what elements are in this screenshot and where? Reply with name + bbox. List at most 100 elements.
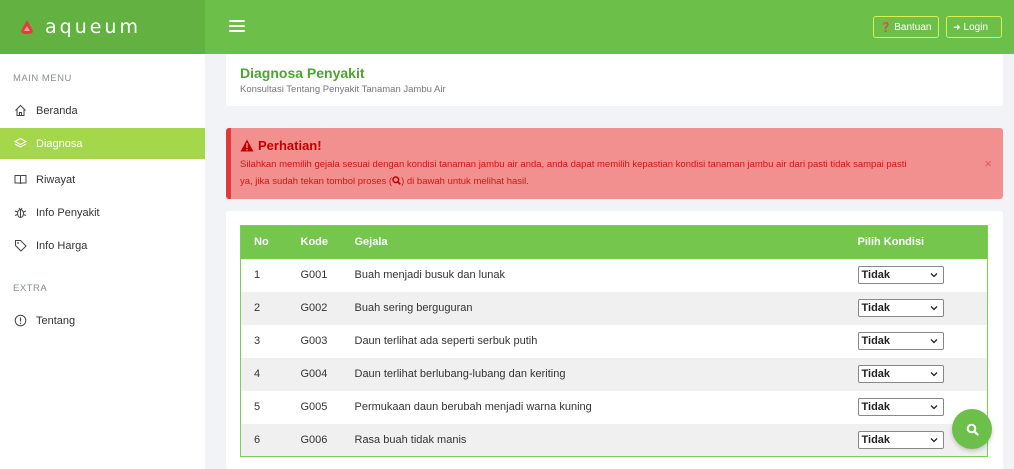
cell-gejala: Buah sering berguguran: [354, 302, 473, 314]
table-header-row: No Kode Gejala Pilih Kondisi: [240, 225, 988, 259]
login-label: Login: [963, 21, 989, 33]
chevron-down-icon: [930, 372, 937, 377]
kondisi-select[interactable]: Tidak: [857, 299, 944, 317]
info-icon: [13, 314, 27, 328]
book-icon: [13, 173, 27, 187]
cell-kode: G003: [300, 335, 328, 347]
symptom-table: No Kode Gejala Pilih Kondisi 1 G001 Buah m…: [240, 225, 988, 457]
bug-icon: [13, 206, 27, 220]
sidebar-item-label: Info Penyakit: [36, 206, 100, 219]
sidebar-item-riwayat[interactable]: Riwayat: [0, 164, 205, 195]
cell-kondisi: Tidak: [845, 292, 988, 325]
cell-kode: G006: [300, 433, 328, 446]
kondisi-select[interactable]: Tidak: [857, 398, 944, 416]
cell-no: 3: [254, 335, 261, 347]
login-button[interactable]: ➜ Login: [946, 16, 1002, 38]
sidebar-item-label: Diagnosa: [36, 137, 83, 150]
warning-alert: Perhatian! Silahkan memilih gejala sesua…: [226, 128, 1003, 199]
sidebar-item-info-penyakit[interactable]: Info Penyakit: [0, 197, 205, 228]
cell-kondisi: Tidak: [845, 325, 988, 358]
drop-logo-icon: [21, 20, 33, 34]
cell-no: 5: [254, 401, 261, 413]
kondisi-select[interactable]: Tidak: [857, 365, 944, 383]
cell-gejala: Daun terlihat ada seperti serbuk putih: [354, 335, 538, 347]
sidebar-item-diagnosa[interactable]: Diagnosa: [0, 128, 205, 159]
chevron-down-icon: [930, 306, 937, 311]
cell-kode: G004: [300, 368, 328, 380]
help-label: Bantuan: [894, 21, 932, 33]
sidebar-item-label: Beranda: [36, 104, 78, 117]
table-row: 5 G005 Permukaan daun berubah menjadi warn…: [240, 390, 988, 424]
cell-kode: G005: [300, 401, 328, 413]
menu-toggle-icon[interactable]: [229, 20, 245, 33]
cell-no: 6: [254, 433, 261, 446]
help-button[interactable]: ❓ Bantuan: [873, 16, 939, 38]
cell-gejala: Permukaan daun berubah menjadi warna kun…: [354, 401, 592, 413]
alert-text-line2b: ) di bawah untuk melihat hasil.: [401, 176, 529, 187]
kondisi-selected-value: Tidak: [861, 401, 891, 413]
extra-header: EXTRA: [13, 283, 48, 294]
search-fab-button[interactable]: [952, 409, 992, 449]
question-circle-icon: ❓: [880, 21, 892, 32]
table-row: 1 G001 Buah menjadi busuk dan lunak Tidak: [240, 258, 988, 292]
warning-triangle-icon: [240, 139, 254, 152]
page-header-card: Diagnosa Penyakit Konsultasi Tentang Pen…: [226, 54, 1003, 106]
cell-kode: G002: [300, 302, 328, 314]
chevron-down-icon: [930, 405, 937, 410]
home-icon: [13, 104, 27, 118]
brand-name: aqueum: [45, 16, 141, 38]
kondisi-select[interactable]: Tidak: [857, 266, 944, 284]
tag-icon: [13, 239, 27, 253]
header-gejala: Gejala: [354, 236, 388, 249]
cell-no: 4: [254, 368, 261, 380]
sidebar-item-label: Info Harga: [36, 239, 88, 252]
search-icon: [966, 423, 979, 436]
table-row: 6 G006 Rasa buah tidak manis Tidak: [240, 423, 988, 457]
alert-title: Perhatian!: [240, 138, 963, 153]
symptom-table-card: No Kode Gejala Pilih Kondisi 1 G001 Buah m…: [226, 211, 1003, 469]
sidebar-item-beranda[interactable]: Beranda: [0, 95, 205, 126]
sidebar-item-label: Riwayat: [36, 173, 76, 186]
page-title: Diagnosa Penyakit: [240, 65, 365, 81]
sidebar-item-label: Tentang: [36, 314, 76, 327]
alert-text-line1: Silahkan memilih gejala sesuai dengan ko…: [240, 159, 907, 170]
layers-icon: [13, 137, 27, 151]
cell-kondisi: Tidak: [845, 358, 988, 391]
header-kondisi: Pilih Kondisi: [857, 236, 925, 249]
top-navbar: aqueum ❓ Bantuan ➜ Login: [0, 0, 1014, 54]
sidebar-item-tentang[interactable]: Tentang: [0, 305, 205, 336]
sign-in-icon: ➜: [953, 21, 961, 32]
kondisi-selected-value: Tidak: [861, 269, 891, 281]
table-row: 2 G002 Buah sering berguguran Tidak: [240, 291, 988, 325]
cell-gejala: Daun terlihat berlubang-lubang dan kerit…: [354, 368, 566, 380]
alert-title-text: Perhatian!: [258, 138, 322, 153]
main-menu-header: MAIN MENU: [13, 73, 72, 84]
chevron-down-icon: [930, 339, 937, 344]
close-icon[interactable]: ×: [984, 156, 992, 171]
table-row: 3 G003 Daun terlihat ada seperti serbuk pu…: [240, 324, 988, 358]
cell-kode: G001: [300, 269, 328, 281]
chevron-down-icon: [930, 437, 937, 443]
header-no: No: [254, 236, 269, 249]
kondisi-selected-value: Tidak: [861, 302, 891, 314]
brand-logo[interactable]: aqueum: [0, 0, 205, 54]
kondisi-select[interactable]: Tidak: [857, 430, 944, 449]
cell-kondisi: Tidak: [845, 259, 988, 292]
alert-text-line2a: ya, jika sudah tekan tombol proses (: [240, 176, 393, 187]
page-subtitle: Konsultasi Tentang Penyakit Tanaman Jamb…: [240, 84, 446, 95]
kondisi-selected-value: Tidak: [861, 433, 891, 446]
chevron-down-icon: [930, 273, 937, 278]
header-kode: Kode: [300, 236, 329, 249]
cell-gejala: Rasa buah tidak manis: [354, 433, 467, 446]
cell-gejala: Buah menjadi busuk dan lunak: [354, 269, 505, 281]
cell-no: 2: [254, 302, 261, 314]
table-row: 4 G004 Daun terlihat berlubang-lubang dan …: [240, 357, 988, 391]
kondisi-selected-value: Tidak: [861, 368, 891, 380]
search-icon: [392, 176, 401, 187]
kondisi-selected-value: Tidak: [861, 335, 891, 347]
cell-no: 1: [254, 269, 261, 281]
sidebar: MAIN MENU Beranda Diagnosa Riwayat Info …: [0, 54, 205, 469]
sidebar-item-info-harga[interactable]: Info Harga: [0, 230, 205, 261]
kondisi-select[interactable]: Tidak: [857, 332, 944, 350]
alert-message: Silahkan memilih gejala sesuai dengan ko…: [240, 156, 963, 190]
